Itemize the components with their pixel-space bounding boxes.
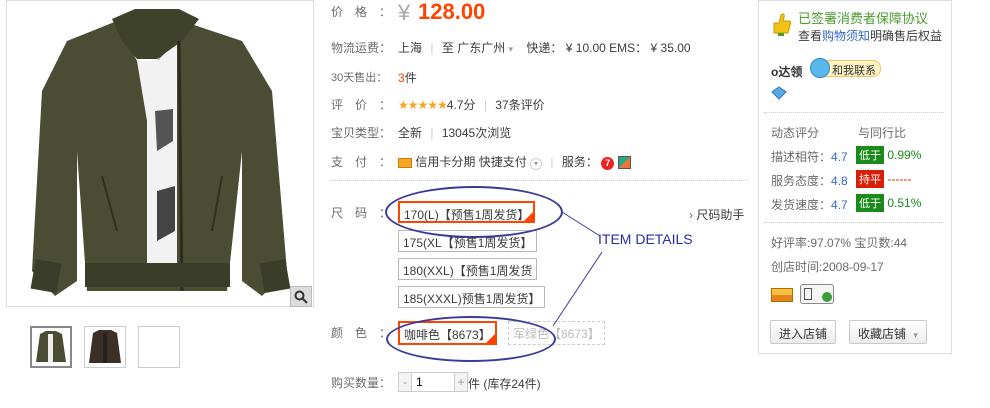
dsr-peer: 与同行比: [858, 126, 907, 140]
dsr-badge-description: 低于 0.99%: [856, 146, 921, 164]
favorite-shop-button[interactable]: 收藏店铺 ▾: [849, 320, 927, 344]
dsr-row-shipping: 发货速度：4.7: [771, 198, 848, 212]
dsr-row-service: 服务态度：4.8: [771, 174, 848, 188]
chevron-down-icon[interactable]: ▾: [913, 330, 918, 340]
seller-level-icon: [771, 86, 787, 103]
consumer-protection-sub: 查看购物须知明确售后权益: [798, 29, 943, 43]
dsr-title: 动态评分: [771, 126, 820, 140]
purchase-notice-link[interactable]: 购物须知: [822, 29, 870, 43]
seller-name[interactable]: o达领: [771, 63, 802, 80]
thumbs-up-icon: [770, 11, 792, 40]
contact-seller-button[interactable]: 和我联系: [810, 58, 881, 78]
seller-divider: [764, 112, 944, 113]
shop-open-time: 创店时间:2008-09-17: [771, 260, 884, 274]
annotation-label: ITEM DETAILS: [598, 231, 693, 247]
dsr-row-description: 描述相符：4.7: [771, 150, 848, 164]
consumer-protection-title: 已签署消费者保障协议: [798, 11, 929, 26]
good-rate: 好评率:97.07% 宝贝数:44: [771, 236, 908, 250]
wangwang-icon: [810, 58, 830, 78]
credit-card-badge-icon: [771, 288, 793, 302]
seller-divider-2: [764, 222, 944, 223]
enter-shop-button[interactable]: 进入店铺: [770, 320, 837, 344]
dsr-badge-shipping: 低于 0.51%: [856, 194, 921, 212]
certification-badge-icon: [800, 284, 834, 304]
dsr-badge-service: 持平 ------: [856, 170, 911, 188]
